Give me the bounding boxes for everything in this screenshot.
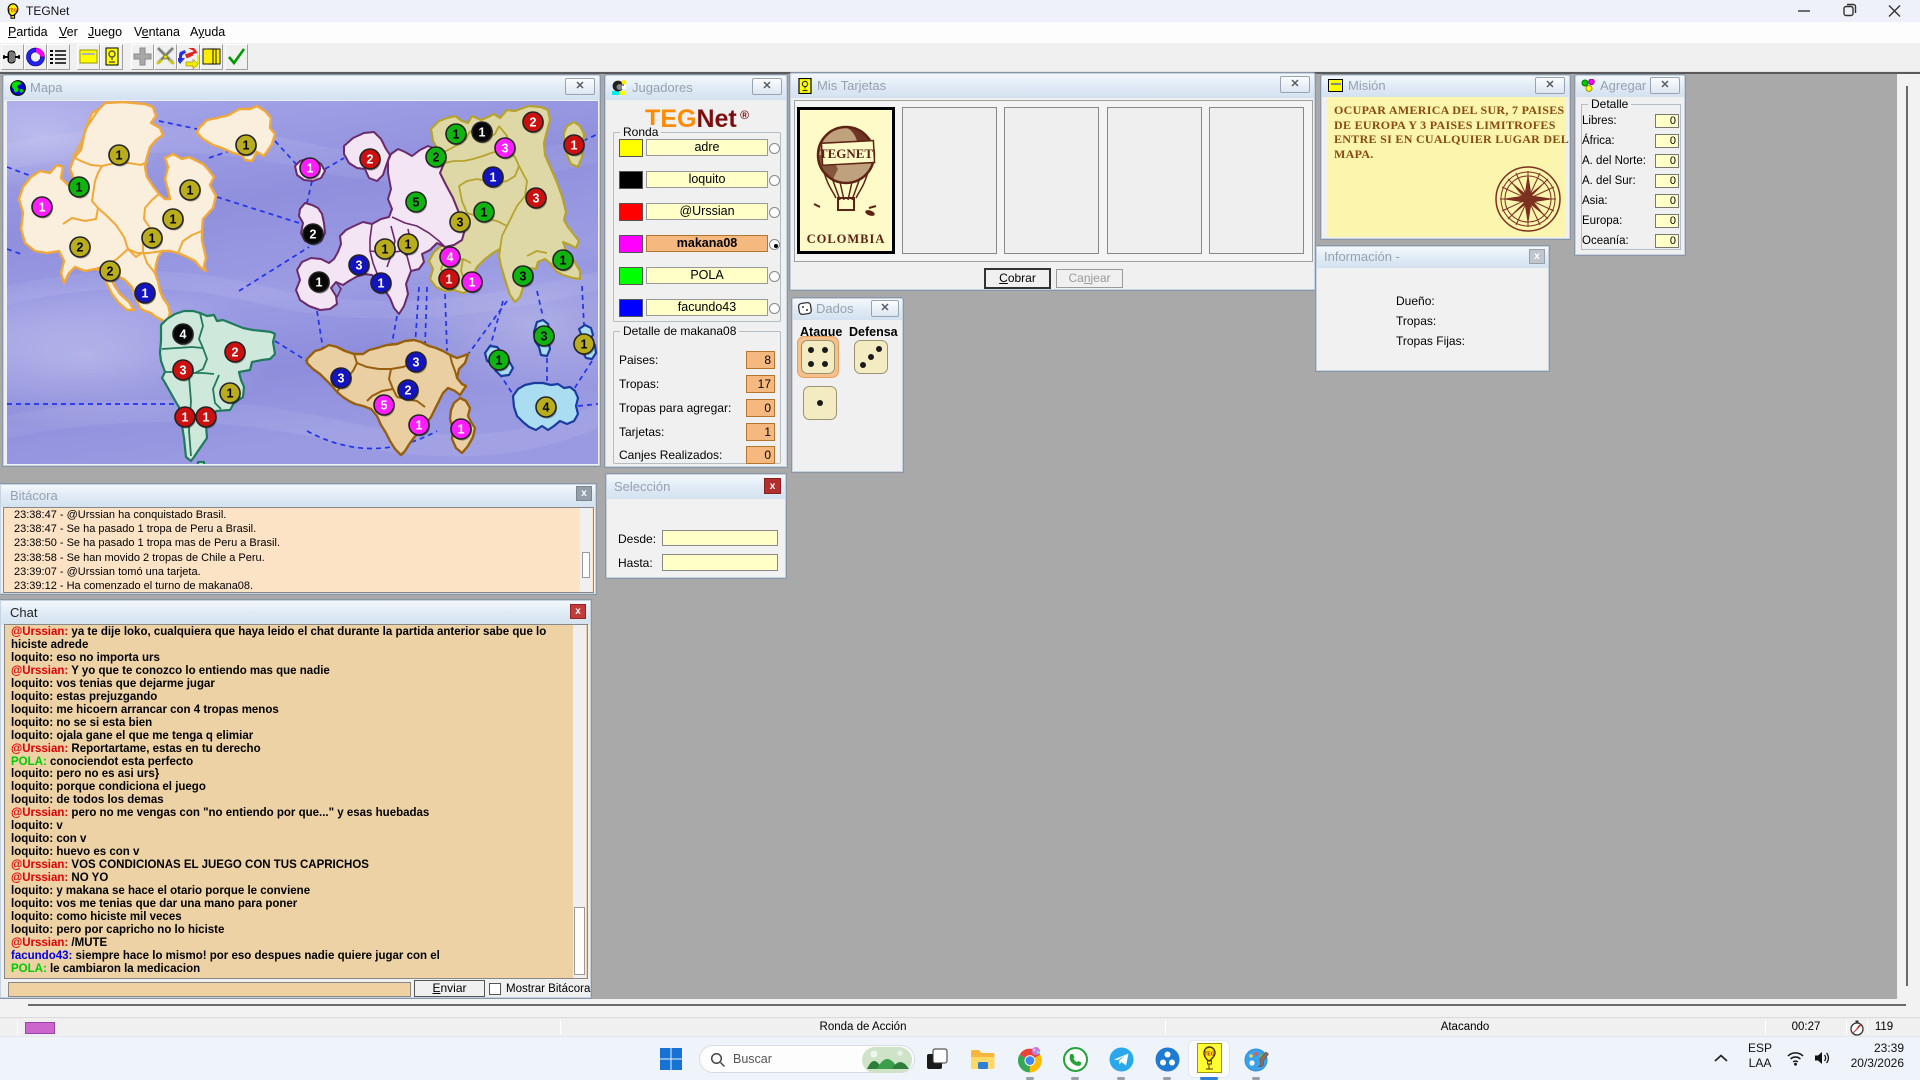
svg-text:1: 1	[405, 238, 412, 252]
svg-text:3: 3	[502, 142, 509, 156]
svg-text:3: 3	[338, 372, 345, 386]
svg-text:3: 3	[533, 192, 540, 206]
svg-text:2: 2	[367, 153, 374, 167]
svg-text:1: 1	[182, 411, 189, 425]
svg-text:3: 3	[457, 216, 464, 230]
svg-text:1: 1	[481, 206, 488, 220]
svg-text:1: 1	[378, 277, 385, 291]
svg-text:4: 4	[180, 328, 187, 342]
svg-text:1: 1	[142, 287, 149, 301]
svg-text:2: 2	[405, 384, 412, 398]
svg-text:1: 1	[560, 254, 567, 268]
svg-text:TEG: TEG	[8, 8, 18, 13]
svg-text:1: 1	[496, 354, 503, 368]
svg-text:1: 1	[187, 184, 194, 198]
svg-text:2: 2	[433, 151, 440, 165]
svg-text:3: 3	[413, 356, 420, 370]
svg-text:3: 3	[541, 330, 548, 344]
svg-text:1: 1	[479, 126, 486, 140]
svg-text:3: 3	[180, 364, 187, 378]
svg-text:1: 1	[469, 276, 476, 290]
svg-text:1: 1	[203, 411, 210, 425]
svg-text:COLOMBIA: COLOMBIA	[807, 232, 886, 246]
svg-text:1: 1	[316, 276, 323, 290]
svg-text:1: 1	[149, 232, 156, 246]
svg-text:4: 4	[543, 401, 550, 415]
svg-text:1: 1	[571, 139, 578, 153]
svg-text:1: 1	[453, 128, 460, 142]
svg-text:1: 1	[382, 243, 389, 257]
svg-text:TEG: TEG	[1204, 1052, 1214, 1058]
svg-text:1: 1	[307, 162, 314, 176]
svg-text:1: 1	[490, 171, 497, 185]
svg-text:2: 2	[530, 116, 537, 130]
svg-text:TEGNET: TEGNET	[819, 146, 874, 161]
svg-text:2: 2	[232, 346, 239, 360]
svg-text:1: 1	[170, 213, 177, 227]
svg-text:1: 1	[446, 273, 453, 287]
svg-text:2: 2	[107, 265, 114, 279]
svg-text:5: 5	[381, 399, 388, 413]
svg-text:3: 3	[520, 270, 527, 284]
svg-text:1: 1	[416, 419, 423, 433]
svg-text:5: 5	[413, 196, 420, 210]
svg-text:4: 4	[447, 251, 454, 265]
svg-text:1: 1	[243, 139, 250, 153]
svg-text:3: 3	[356, 259, 363, 273]
svg-text:1: 1	[39, 201, 46, 215]
svg-text:1: 1	[581, 338, 588, 352]
svg-text:2: 2	[310, 228, 317, 242]
svg-text:1: 1	[116, 149, 123, 163]
svg-text:1: 1	[76, 181, 83, 195]
svg-text:1: 1	[227, 387, 234, 401]
svg-text:2: 2	[77, 241, 84, 255]
svg-text:1: 1	[458, 423, 465, 437]
